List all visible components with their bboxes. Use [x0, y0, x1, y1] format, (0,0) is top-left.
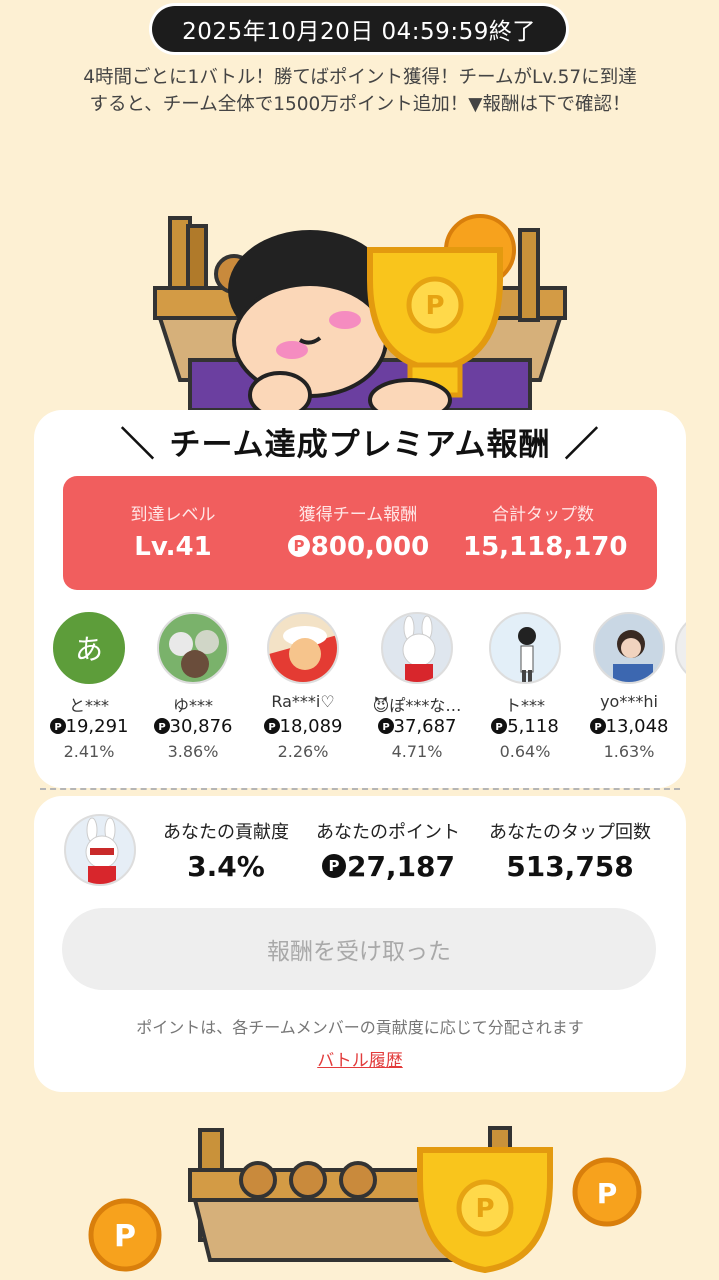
title-slash-left-icon: ＼	[120, 424, 156, 465]
stat-team-reward-label: 獲得チーム報酬	[298, 505, 418, 525]
stat-total-taps-value: 15,118,170	[463, 532, 628, 562]
member-percent: 2.41%	[63, 742, 115, 761]
stat-team-reward: 獲得チーム報酬 P 800,000	[273, 476, 443, 590]
member-points: P 5,118	[470, 716, 580, 737]
svg-text:P: P	[293, 537, 304, 555]
stat-team-reward-value: 800,000	[310, 532, 430, 562]
my-contribution-label: あなたの貢献度	[163, 822, 289, 843]
reward-title-text: チーム達成プレミアム報酬	[169, 426, 551, 463]
member-name: Ra***i♡	[271, 692, 335, 711]
stat-total-taps-label: 合計タップ数	[492, 505, 594, 525]
stat-team-reward-value-wrap: P 800,000	[273, 532, 443, 562]
avatar	[675, 612, 686, 684]
member-points: P 19,291	[34, 716, 144, 737]
avatar	[157, 612, 229, 684]
point-coin-icon: P	[49, 718, 66, 734]
event-description: 4時間ごとに1バトル！勝てばポイント獲得！チームがLv.57に到達 すると、チー…	[30, 64, 690, 118]
svg-text:P: P	[425, 291, 444, 321]
my-avatar	[64, 814, 136, 886]
my-points-label: あなたのポイント	[316, 822, 460, 843]
my-points-value-wrap: P 27,187	[308, 850, 468, 883]
member-name: と***	[68, 696, 109, 715]
claim-reward-button[interactable]: 報酬を受け取った	[62, 908, 656, 990]
member-points-value: 18,089	[279, 716, 343, 737]
member-percent: 0.64%	[499, 742, 551, 761]
point-coin-icon: P	[377, 718, 394, 734]
point-coin-icon: P	[321, 854, 346, 878]
member-percent: 3.86%	[167, 742, 219, 761]
divider	[40, 788, 680, 790]
member-percent: 2	[656, 742, 686, 761]
stat-level-value: Lv.41	[134, 532, 212, 562]
member-points: P 37,687	[362, 716, 472, 737]
avatar	[593, 612, 665, 684]
member-list[interactable]: あ と*** P 19,291 2.41% ゆ*** P 30,876 3.86% …	[34, 606, 686, 776]
member-name: ゆ***	[172, 696, 213, 715]
point-coin-icon: P	[287, 535, 310, 557]
my-points-value: 27,187	[346, 850, 456, 883]
reward-card-title: ＼ チーム達成プレミアム報酬 ／	[34, 418, 686, 465]
hero-illustration: P	[153, 214, 567, 422]
my-taps-label: あなたのタップ回数	[489, 822, 651, 843]
stat-level: 到達レベル Lv.41	[93, 476, 253, 590]
my-contribution: あなたの貢献度 3.4%	[156, 818, 296, 883]
member-name: ラ	[656, 692, 686, 716]
svg-text:P: P	[328, 857, 339, 875]
svg-text:P: P	[54, 722, 61, 733]
member-points-value: 30,876	[169, 716, 233, 737]
team-stats-panel: 到達レベル Lv.41 獲得チーム報酬 P 800,000 合計タップ数 15,…	[63, 476, 657, 590]
avatar	[489, 612, 561, 684]
member-points: P 18,089	[248, 716, 358, 737]
svg-text:P: P	[158, 722, 165, 733]
my-points: あなたのポイント P 27,187	[308, 818, 468, 883]
intro-line-1: 4時間ごとに1バトル！勝てばポイント獲得！チームがLv.57に到達	[83, 67, 637, 88]
point-coin-icon: P	[491, 718, 508, 734]
svg-text:P: P	[382, 722, 389, 733]
svg-text:P: P	[268, 722, 275, 733]
member-points: P2	[656, 716, 686, 737]
my-contribution-value: 3.4%	[187, 850, 265, 883]
svg-text:P: P	[597, 1177, 618, 1210]
intro-line-2: すると、チーム全体で1500万ポイント追加！▼報酬は下で確認！	[89, 94, 631, 115]
member-points-value: 5,118	[507, 716, 559, 737]
my-taps-value: 513,758	[506, 850, 634, 883]
svg-text:P: P	[594, 722, 601, 733]
svg-text:P: P	[114, 1219, 136, 1254]
second-hero-illustration: P P P	[88, 1126, 642, 1274]
stat-total-taps: 合計タップ数 15,118,170	[463, 476, 628, 590]
member-points-value: 37,687	[393, 716, 457, 737]
point-coin-icon: P	[589, 718, 606, 734]
my-taps: あなたのタップ回数 513,758	[480, 818, 660, 883]
member-percent: 2.26%	[277, 742, 329, 761]
battle-history-link[interactable]: バトル履歴	[34, 1046, 686, 1071]
point-coin-icon: P	[572, 1157, 642, 1227]
point-coin-icon: P	[153, 718, 170, 734]
avatar: あ	[53, 612, 125, 684]
member-points-value: 19,291	[65, 716, 129, 737]
title-slash-right-icon: ／	[564, 424, 600, 465]
member-points: P 30,876	[138, 716, 248, 737]
member-percent: 4.71%	[391, 742, 443, 761]
svg-text:P: P	[475, 1194, 494, 1224]
avatar	[267, 612, 339, 684]
avatar	[381, 612, 453, 684]
distribution-note: ポイントは、各チームメンバーの貢献度に応じて分配されます	[136, 1018, 584, 1037]
point-coin-icon: P	[263, 718, 280, 734]
point-coin-icon: P	[88, 1198, 162, 1272]
member-name: ト***	[504, 696, 545, 715]
svg-text:P: P	[496, 722, 503, 733]
deadline-badge: 2025年10月20日 04:59:59終了	[152, 6, 566, 52]
stat-level-label: 到達レベル	[130, 505, 216, 525]
member-name: 😈ぽ***な…	[372, 696, 462, 715]
